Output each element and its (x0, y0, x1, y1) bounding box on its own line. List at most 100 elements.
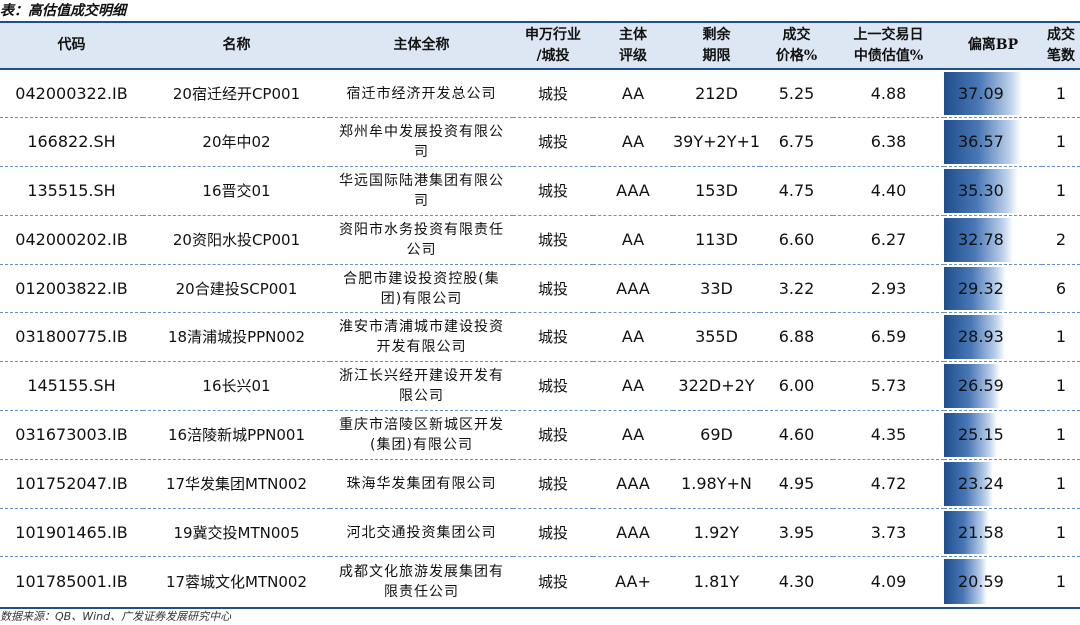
deviation-value: 32.78 (958, 229, 1004, 249)
cell-industry: 城投 (513, 410, 593, 460)
cell-industry: 城投 (513, 69, 593, 119)
cell-entity-name: 宿迁市经济开发总公司 (330, 69, 513, 119)
cell-rating: AA (593, 361, 673, 412)
cell-price: 4.75 (760, 166, 833, 216)
cell-count: 1 (1042, 459, 1080, 509)
cell-count: 6 (1042, 264, 1080, 314)
cell-deviation: 29.32 (944, 264, 1042, 314)
header-rating-line2: 评级 (619, 47, 647, 64)
cell-industry: 城投 (537, 572, 568, 591)
cell-count: 1 (1042, 117, 1080, 168)
deviation-value: 21.58 (958, 522, 1004, 542)
cell-price: 6.75 (760, 117, 833, 168)
cell-price: 5.25 (760, 69, 833, 119)
cell-count: 1 (1042, 69, 1080, 119)
cell-code: 135515.SH (0, 166, 143, 216)
table-row: 101785001.IB 17蓉城文化MTN002 成都文化旅游发展集团有限责任公司… (0, 557, 1080, 606)
cell-deviation: 20.59 (944, 557, 1042, 606)
header-count: 成交 笔数 (1042, 23, 1080, 69)
table-caption: 表：高估值成交明细 (0, 3, 126, 19)
cell-rating: AAA (593, 459, 673, 509)
cell-count: 1 (1042, 508, 1080, 558)
cell-entity-name: 浙江长兴经开建设开发有限公司 (330, 361, 513, 412)
cell-price: 4.30 (778, 571, 815, 591)
header-count-line1: 成交 (1047, 26, 1075, 43)
table-row: 042000202.IB 20资阳水投CP001 资阳市水务投资有限责任公司 城投 AA… (0, 215, 1080, 265)
cell-deviation: 26.59 (944, 361, 1042, 412)
cell-entity-name: 成都文化旅游发展集团有限责任公司 (339, 563, 504, 600)
cell-entity-name: 重庆市涪陵区新城区开发(集团)有限公司 (330, 410, 513, 460)
cell-bond-name: 16长兴01 (143, 361, 330, 412)
cell-term: 212D (673, 69, 760, 119)
table-row: 145155.SH 16长兴01 浙江长兴经开建设开发有限公司 城投 AA 322D+2Y… (0, 361, 1080, 412)
cell-code: 031800775.IB (0, 312, 143, 363)
header-term: 剩余 期限 (673, 23, 760, 69)
cell-industry: 城投 (513, 166, 593, 216)
cell-valuation: 4.88 (833, 69, 944, 119)
header-code: 代码 (57, 37, 86, 53)
cell-valuation: 6.38 (833, 117, 944, 168)
cell-term: 69D (673, 410, 760, 460)
cell-code: 012003822.IB (0, 264, 143, 314)
deviation-value: 25.15 (958, 424, 1004, 444)
cell-term: 1.92Y (673, 508, 760, 558)
header-industry-line1: 申万行业 (525, 26, 581, 43)
cell-valuation: 4.35 (833, 410, 944, 460)
header-name: 名称 (222, 37, 251, 53)
cell-deviation: 37.09 (944, 69, 1042, 119)
cell-valuation: 6.59 (833, 312, 944, 363)
header-term-line1: 剩余 (702, 26, 731, 43)
cell-entity-name: 淮安市清浦城市建设投资开发有限公司 (330, 312, 513, 363)
cell-valuation: 4.09 (870, 571, 907, 591)
header-count-line2: 笔数 (1047, 47, 1075, 64)
cell-entity-name: 河北交通投资集团公司 (330, 508, 513, 558)
header-price-line1: 成交 (782, 26, 811, 43)
cell-code: 042000202.IB (0, 215, 143, 265)
cell-count: 1 (1042, 312, 1080, 363)
cell-count: 1 (1042, 166, 1080, 216)
deviation-value: 37.09 (958, 83, 1004, 103)
header-industry: 申万行业/城投 (513, 23, 593, 69)
cell-code: 101901465.IB (0, 508, 143, 558)
header-price-line2: 价格% (775, 47, 818, 64)
deviation-value: 26.59 (958, 376, 1004, 396)
table-row: 031673003.IB 16涪陵新城PPN001 重庆市涪陵区新城区开发(集团)有… (0, 410, 1080, 460)
cell-deviation: 36.57 (944, 117, 1042, 168)
header-valuation-line2: 中债估值% (853, 47, 924, 64)
deviation-value: 23.24 (958, 473, 1004, 493)
table-row: 101901465.IB 19冀交投MTN005 河北交通投资集团公司 城投 AAA 1.… (0, 508, 1080, 558)
header-valuation-line1: 上一交易日 (853, 26, 924, 43)
cell-industry: 城投 (513, 459, 593, 509)
cell-count: 1 (1042, 361, 1080, 412)
cell-rating: AA (593, 117, 673, 168)
cell-bond-name: 20年中02 (143, 117, 330, 168)
cell-term: 39Y+2Y+1 (673, 117, 760, 168)
cell-rating: AAA (593, 166, 673, 216)
cell-industry: 城投 (513, 264, 593, 314)
header-entity: 主体全称 (393, 37, 450, 53)
cell-entity-name: 资阳市水务投资有限责任公司 (330, 215, 513, 265)
table-row: 042000322.IB 20宿迁经开CP001 宿迁市经济开发总公司 城投 AA 212… (0, 69, 1080, 119)
table-row: 031800775.IB 18清浦城投PPN002 淮安市清浦城市建设投资开发有限公… (0, 312, 1080, 363)
cell-term: 113D (673, 215, 760, 265)
cell-rating: AAA (593, 264, 673, 314)
cell-code: 166822.SH (0, 117, 143, 168)
cell-deviation: 25.15 (944, 410, 1042, 460)
cell-count: 1 (1042, 410, 1080, 460)
cell-industry: 城投 (513, 508, 593, 558)
deviation-value: 35.30 (958, 180, 1004, 200)
cell-deviation: 35.30 (944, 166, 1042, 216)
table-row: 135515.SH 16晋交01 华远国际陆港集团有限公司 城投 AAA 153D 4.75… (0, 166, 1080, 216)
cell-bond-name: 17蓉城文化MTN002 (165, 572, 308, 591)
cell-rating: AA (593, 312, 673, 363)
cell-deviation: 32.78 (944, 215, 1042, 265)
cell-bond-name: 16涪陵新城PPN001 (143, 410, 330, 460)
header-industry-line2: /城投 (536, 47, 570, 64)
cell-entity-name: 合肥市建设投资控股(集团)有限公司 (330, 264, 513, 314)
cell-term: 33D (673, 264, 760, 314)
cell-price: 6.60 (760, 215, 833, 265)
cell-deviation: 28.93 (944, 312, 1042, 363)
cell-valuation: 4.72 (833, 459, 944, 509)
cell-bond-name: 17华发集团MTN002 (143, 459, 330, 509)
header-valuation: 上一交易日中债估值% (833, 23, 944, 69)
